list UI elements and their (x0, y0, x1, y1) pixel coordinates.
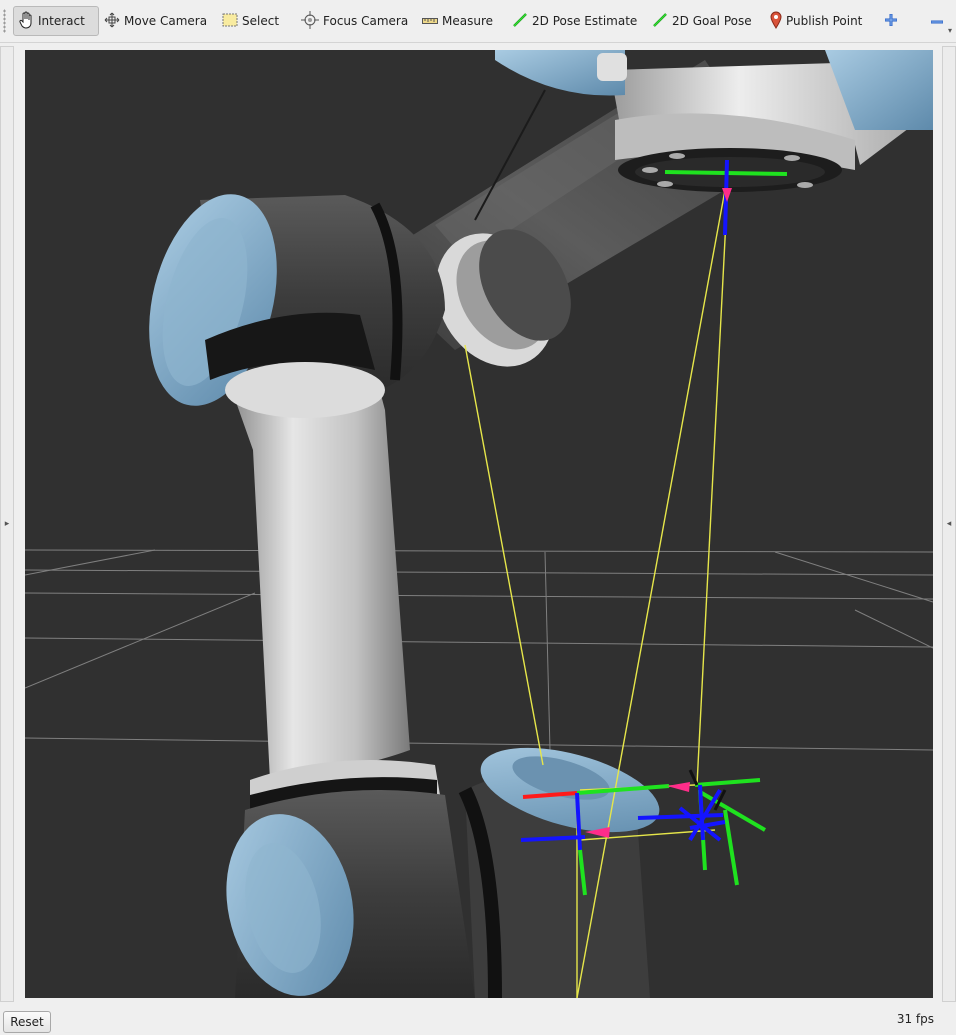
tool-label: 2D Pose Estimate (532, 14, 638, 28)
tool-label: Focus Camera (323, 14, 409, 28)
focus-camera-icon (301, 10, 319, 32)
tool-label: Publish Point (786, 14, 863, 28)
toolbar: Interact Move Camera Select Focus Camera… (0, 0, 956, 43)
forearm (225, 362, 440, 815)
move-camera-icon (104, 12, 120, 31)
tool-label: Select (242, 14, 280, 28)
add-tool-button[interactable] (880, 6, 902, 36)
tool-2d-goal-pose[interactable]: 2D Goal Pose (648, 6, 752, 36)
tool-select[interactable]: Select (218, 6, 298, 36)
tool-label: Measure (442, 14, 493, 28)
ground-grid (25, 549, 933, 751)
tool-label: 2D Goal Pose (672, 14, 752, 28)
plus-icon (884, 13, 898, 30)
tool-interact[interactable]: Interact (13, 6, 99, 36)
status-bar: Reset 31 fps (0, 1005, 956, 1035)
toolbar-overflow-icon[interactable]: ▾ (948, 26, 952, 35)
tool-label: Move Camera (124, 14, 208, 28)
green-arrow-icon (652, 12, 668, 30)
select-icon (222, 13, 238, 30)
left-dock-toggle[interactable]: ▸ (0, 46, 14, 1002)
toolbar-grip[interactable] (3, 9, 6, 33)
tool-publish-point[interactable]: Publish Point (766, 6, 862, 36)
expand-right-icon: ◂ (946, 519, 952, 529)
minus-icon (930, 14, 944, 28)
remove-tool-button[interactable] (926, 6, 948, 36)
expand-left-icon: ▸ (4, 519, 10, 529)
3d-scene (25, 50, 933, 998)
tool-2d-pose-estimate[interactable]: 2D Pose Estimate (508, 6, 637, 36)
reset-button[interactable]: Reset (3, 1011, 51, 1033)
map-pin-icon (770, 11, 782, 32)
tool-measure[interactable]: Measure (418, 6, 493, 36)
ruler-icon (422, 14, 438, 28)
render-viewport[interactable] (25, 50, 933, 998)
hand-icon (18, 11, 34, 32)
right-dock-toggle[interactable]: ◂ (942, 46, 956, 1002)
tool-move-camera[interactable]: Move Camera (100, 6, 210, 36)
tool-label: Interact (38, 14, 85, 28)
fps-readout: 31 fps (896, 1012, 934, 1026)
green-arrow-icon (512, 12, 528, 30)
tool-focus-camera[interactable]: Focus Camera (297, 6, 408, 36)
